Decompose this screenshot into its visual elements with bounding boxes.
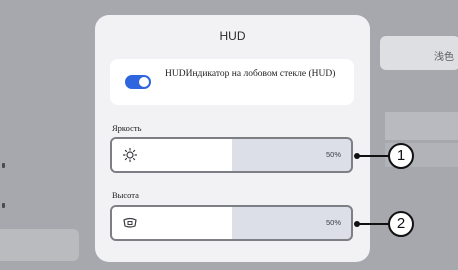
hud-height-icon: [123, 217, 137, 228]
height-slider[interactable]: 50%: [110, 205, 353, 241]
brightness-slider[interactable]: 50%: [110, 137, 353, 173]
height-label: Высота: [112, 190, 139, 200]
background-marker: [2, 163, 5, 168]
callout-line: [357, 223, 390, 225]
background-button[interactable]: [0, 229, 79, 261]
hud-toggle-label: HUDИндикатор на лобовом стекле (HUD): [165, 69, 336, 79]
background-marker: [2, 203, 5, 208]
sun-icon: [122, 147, 138, 163]
dialog-title: HUD: [219, 29, 246, 43]
color-theme-button[interactable]: 浅色: [380, 36, 458, 70]
callout-marker-1: 1: [388, 143, 414, 169]
callout-line: [357, 155, 390, 157]
toggle-knob: [139, 77, 149, 87]
hud-toggle-card: HUDИндикатор на лобовом стекле (HUD): [110, 59, 354, 105]
hud-dialog: HUD HUDИндикатор на лобовом стекле (HUD)…: [95, 15, 370, 262]
callout-marker-2: 2: [388, 211, 414, 237]
background-panel: [385, 112, 458, 140]
hud-toggle-switch[interactable]: [125, 75, 151, 89]
brightness-value: 50%: [325, 150, 341, 159]
color-theme-button-label: 浅色: [434, 52, 454, 63]
height-value: 50%: [325, 218, 341, 227]
brightness-label: Яркость: [112, 123, 142, 133]
